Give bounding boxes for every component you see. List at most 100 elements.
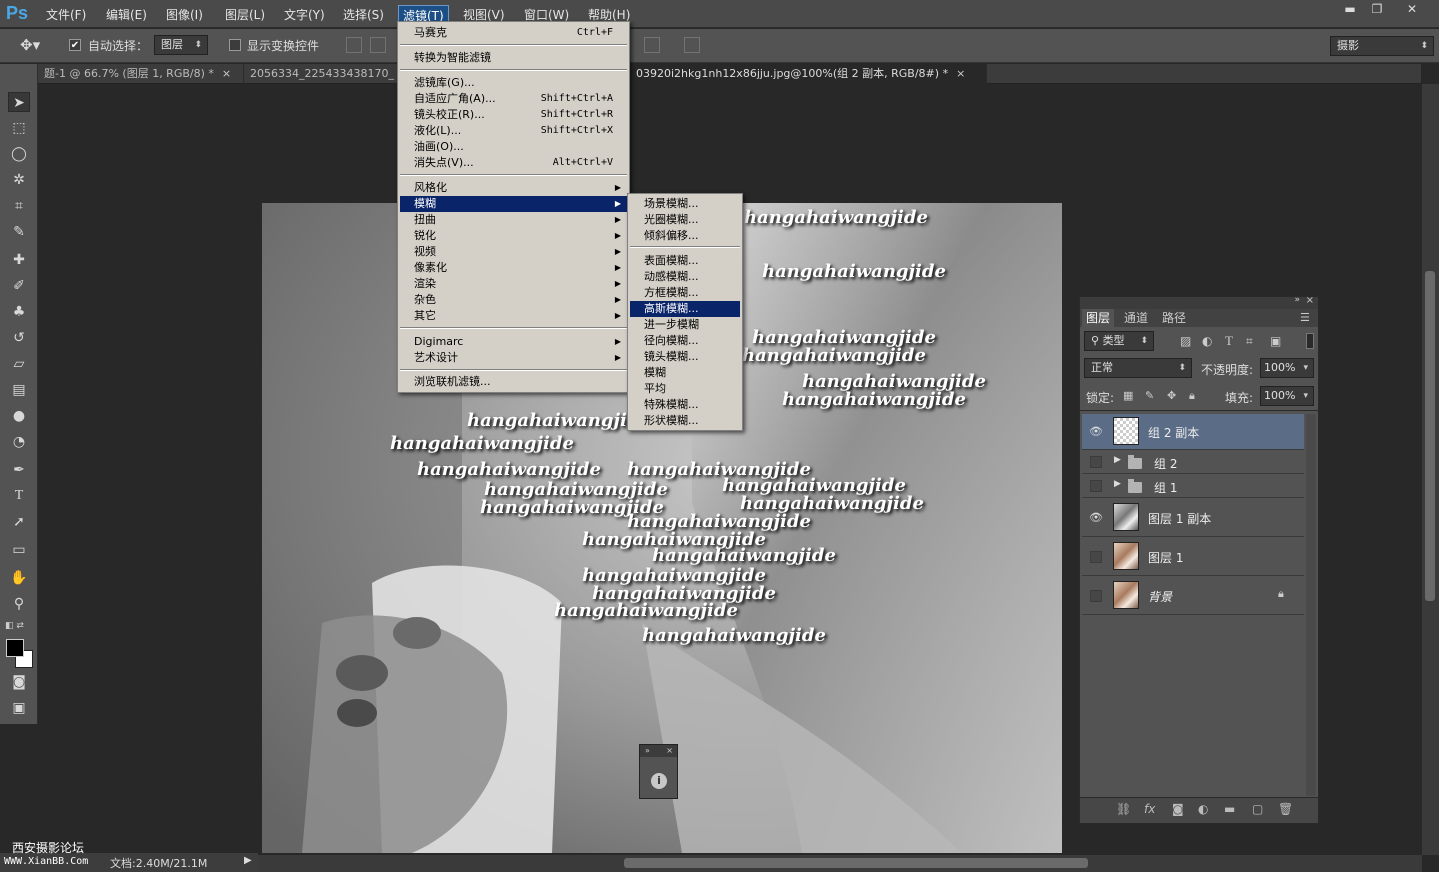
menu-item-motion-blur[interactable]: 动感模糊... bbox=[630, 269, 740, 285]
workspace-dropdown[interactable]: 摄影 ⬍ bbox=[1330, 36, 1434, 56]
eye-icon[interactable]: 👁︎ bbox=[1087, 423, 1105, 441]
adjustment-layer-icon[interactable]: ◐ bbox=[1198, 802, 1208, 816]
default-colors-icon[interactable]: ◧ ⇄ bbox=[5, 621, 24, 631]
new-group-icon[interactable]: ▬ bbox=[1224, 802, 1235, 816]
close-icon[interactable]: × bbox=[1306, 295, 1314, 306]
link-layers-icon[interactable]: ⛓ bbox=[1116, 802, 1131, 816]
fill-input[interactable]: 100% ▾ bbox=[1260, 386, 1314, 406]
menu-item-stylize[interactable]: 风格化 ▶ bbox=[400, 180, 627, 196]
layer-style-fx-icon[interactable]: fx bbox=[1144, 802, 1155, 816]
menu-item-oil-paint[interactable]: 油画(O)... bbox=[400, 139, 627, 155]
add-mask-icon[interactable]: ◙ bbox=[1172, 802, 1184, 816]
menu-item-gaussian-blur[interactable]: 高斯模糊... bbox=[630, 301, 740, 317]
visibility-toggle[interactable] bbox=[1090, 590, 1102, 602]
close-icon[interactable]: × bbox=[956, 67, 965, 80]
layer-row-group2-copy[interactable]: 👁︎ 组 2 副本 bbox=[1082, 414, 1304, 450]
menu-item-distort[interactable]: 扭曲 ▶ bbox=[400, 212, 627, 228]
horizontal-scrollbar[interactable] bbox=[258, 855, 1422, 872]
menu-item-noise[interactable]: 杂色 ▶ bbox=[400, 292, 627, 308]
layer-row-group1[interactable]: ▶ 组 1 bbox=[1082, 475, 1304, 498]
minimize-button[interactable]: ▬ bbox=[1335, 1, 1365, 18]
menu-item-vanishing-point[interactable]: 消失点(V)... Alt+Ctrl+V bbox=[400, 155, 627, 171]
menu-item-liquify[interactable]: 液化(L)... Shift+Ctrl+X bbox=[400, 123, 627, 139]
auto-select-target-dropdown[interactable]: 图层 ⬍ bbox=[154, 35, 208, 55]
visibility-toggle[interactable] bbox=[1090, 456, 1102, 468]
menu-item-browse-online[interactable]: 浏览联机滤镜... bbox=[400, 374, 627, 390]
menu-item-blur[interactable]: 模糊 bbox=[630, 365, 740, 381]
eraser-tool-icon[interactable]: ▱ bbox=[8, 354, 30, 374]
menu-item-radial-blur[interactable]: 径向模糊... bbox=[630, 333, 740, 349]
distribute-hcenter-icon[interactable] bbox=[644, 37, 660, 53]
eyedropper-tool-icon[interactable]: ✎ bbox=[8, 222, 30, 242]
align-top-icon[interactable] bbox=[346, 37, 362, 53]
menu-item-blur-more[interactable]: 进一步模糊 bbox=[630, 317, 740, 333]
status-menu-arrow-icon[interactable]: ▶ bbox=[244, 855, 252, 866]
menu-item-sharpen[interactable]: 锐化 ▶ bbox=[400, 228, 627, 244]
menu-item-lens-correction[interactable]: 镜头校正(R)... Shift+Ctrl+R bbox=[400, 107, 627, 123]
layer-row-background[interactable]: 背景 🔒︎ bbox=[1082, 577, 1304, 615]
lock-transparent-icon[interactable]: ▦ bbox=[1123, 389, 1133, 402]
close-icon[interactable]: × bbox=[666, 745, 673, 757]
hand-tool-icon[interactable]: ✋ bbox=[8, 568, 30, 588]
path-select-tool-icon[interactable]: ➚ bbox=[8, 512, 30, 532]
blend-mode-dropdown[interactable]: 正常 ⬍ bbox=[1084, 358, 1192, 378]
gradient-tool-icon[interactable]: ▤ bbox=[8, 380, 30, 400]
menu-item-video[interactable]: 视频 ▶ bbox=[400, 244, 627, 260]
scrollbar-thumb[interactable] bbox=[624, 858, 1088, 868]
menu-item-pixelate[interactable]: 像素化 ▶ bbox=[400, 260, 627, 276]
menu-item-smart-filter[interactable]: 转换为智能滤镜 bbox=[400, 50, 627, 66]
menu-item-adaptive-wide[interactable]: 自适应广角(A)... Shift+Ctrl+A bbox=[400, 91, 627, 107]
menu-layer[interactable]: 图层(L) bbox=[221, 5, 269, 24]
menu-item-field-blur[interactable]: 场景模糊... bbox=[630, 196, 740, 212]
magic-wand-tool-icon[interactable]: ✲ bbox=[8, 170, 30, 190]
menu-edit[interactable]: 编辑(E) bbox=[102, 5, 151, 24]
blur-tool-icon[interactable]: ● bbox=[8, 406, 30, 426]
filter-pixel-icon[interactable]: ▨ bbox=[1180, 334, 1191, 348]
tab-document-1[interactable]: 题-1 @ 66.7% (图层 1, RGB/8) * × bbox=[38, 64, 244, 84]
clone-stamp-tool-icon[interactable]: ♣ bbox=[8, 302, 30, 322]
visibility-toggle[interactable] bbox=[1090, 480, 1102, 492]
layer-row-layer1-copy[interactable]: 👁︎ 图层 1 副本 bbox=[1082, 499, 1304, 537]
marquee-tool-icon[interactable]: ⬚ bbox=[8, 118, 30, 138]
move-tool-preset-icon[interactable]: ✥▾ bbox=[20, 36, 40, 54]
visibility-toggle[interactable] bbox=[1090, 551, 1102, 563]
shape-tool-icon[interactable]: ▭ bbox=[8, 540, 30, 560]
tab-document-3[interactable]: 03920i2hkg1nh12x86jju.jpg@100%(组 2 副本, R… bbox=[630, 64, 987, 84]
filter-smart-object-icon[interactable]: ▣ bbox=[1270, 334, 1281, 348]
collapse-icon[interactable]: » bbox=[1294, 295, 1300, 305]
align-vcenter-icon[interactable] bbox=[370, 37, 386, 53]
close-icon[interactable]: × bbox=[222, 67, 231, 80]
eye-icon[interactable]: 👁︎ bbox=[1087, 509, 1105, 527]
menu-item-art-design[interactable]: 艺术设计 ▶ bbox=[400, 350, 627, 366]
pen-tool-icon[interactable]: ✒ bbox=[8, 460, 30, 480]
foreground-color-swatch[interactable] bbox=[6, 639, 24, 657]
auto-select-checkbox[interactable]: ✔ bbox=[69, 39, 81, 51]
scrollbar-thumb[interactable] bbox=[1425, 271, 1435, 601]
menu-item-digimarc[interactable]: Digimarc ▶ bbox=[400, 334, 627, 350]
tab-paths[interactable]: 路径 bbox=[1158, 309, 1190, 327]
expand-arrow-icon[interactable]: ▶ bbox=[1114, 479, 1121, 489]
info-icon[interactable]: i bbox=[651, 773, 667, 789]
collapse-icon[interactable]: » bbox=[645, 746, 650, 755]
menu-item-filter-gallery[interactable]: 滤镜库(G)... bbox=[400, 75, 627, 91]
layer-row-layer1[interactable]: 图层 1 bbox=[1082, 538, 1304, 576]
restore-button[interactable]: ❐ bbox=[1362, 1, 1392, 18]
new-layer-icon[interactable]: ▢ bbox=[1252, 802, 1263, 816]
menu-image[interactable]: 图像(I) bbox=[162, 5, 207, 24]
screen-mode-icon[interactable]: ▣ bbox=[8, 698, 30, 718]
menu-item-surface-blur[interactable]: 表面模糊... bbox=[630, 253, 740, 269]
menu-item-average[interactable]: 平均 bbox=[630, 381, 740, 397]
filter-toggle[interactable] bbox=[1306, 333, 1314, 349]
menu-item-smart-blur[interactable]: 特殊模糊... bbox=[630, 397, 740, 413]
history-brush-tool-icon[interactable]: ↺ bbox=[8, 328, 30, 348]
lock-all-icon[interactable]: 🔒︎ bbox=[1189, 389, 1195, 403]
quick-mask-icon[interactable]: ◙ bbox=[8, 672, 30, 692]
dodge-tool-icon[interactable]: ◔ bbox=[8, 432, 30, 452]
expand-arrow-icon[interactable]: ▶ bbox=[1114, 455, 1121, 465]
opacity-input[interactable]: 100% ▾ bbox=[1260, 358, 1314, 378]
auto-align-icon[interactable] bbox=[684, 37, 700, 53]
filter-adjustment-icon[interactable]: ◐ bbox=[1202, 334, 1212, 348]
menu-item-render[interactable]: 渲染 ▶ bbox=[400, 276, 627, 292]
menu-item-lens-blur[interactable]: 镜头模糊... bbox=[630, 349, 740, 365]
layer-row-group2[interactable]: ▶ 组 2 bbox=[1082, 451, 1304, 474]
